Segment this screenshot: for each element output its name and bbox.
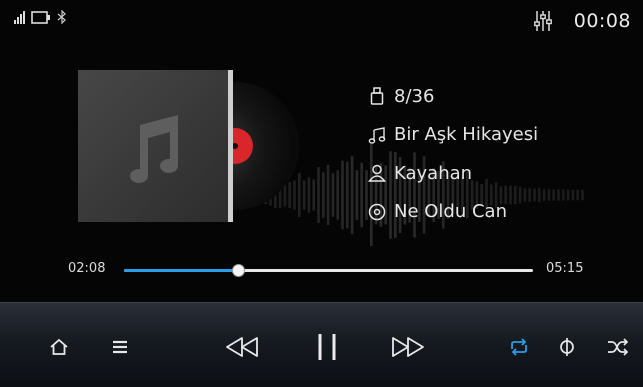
spectrum-bar (355, 170, 359, 220)
spectrum-bar (571, 189, 575, 201)
spectrum-bar (322, 172, 325, 218)
spectrum-bar (581, 189, 584, 201)
seek-bar-fill (124, 269, 239, 272)
track-info: 8/36 Bir Aşk Hikayesi Kayahan Ne Oldu Ca… (368, 77, 538, 231)
next-button[interactable] (388, 333, 428, 361)
home-icon (50, 338, 68, 355)
control-bar (0, 302, 643, 387)
signal-icon (14, 10, 25, 24)
spectrum-bar (341, 160, 344, 230)
person-icon (368, 163, 386, 183)
seek-thumb[interactable] (233, 265, 245, 276)
bluetooth-icon (57, 10, 66, 24)
previous-icon (226, 337, 258, 357)
shuffle-button[interactable] (604, 333, 632, 361)
home-button[interactable] (46, 333, 72, 361)
music-player-screen: 00:08 8/36 Bir Aşk Hikayesi Kayahan Ne O… (0, 0, 643, 387)
status-bar: 00:08 (0, 0, 643, 44)
status-right: 00:08 (533, 9, 631, 33)
disc-icon (368, 202, 386, 222)
spectrum-bar (350, 155, 354, 235)
album-row: Ne Oldu Can (368, 193, 538, 232)
spectrum-bar (360, 162, 363, 228)
spectrum-bar (326, 164, 330, 226)
spectrum-bar (331, 173, 335, 217)
spectrum-bar (336, 170, 339, 220)
equalizer-icon[interactable] (533, 9, 552, 33)
album-cover (78, 70, 233, 222)
spectrum-bar (576, 189, 579, 201)
artist-name: Kayahan (394, 162, 473, 184)
shuffle-order-icon (560, 338, 574, 356)
playlist-button[interactable] (108, 333, 132, 361)
track-counter: 8/36 (394, 85, 435, 107)
elapsed-time: 02:08 (68, 261, 106, 276)
pause-icon (318, 334, 336, 360)
next-icon (392, 337, 424, 357)
spectrum-bar (562, 189, 565, 201)
battery-icon (31, 10, 50, 24)
total-time: 05:15 (546, 261, 584, 276)
album-name: Ne Oldu Can (394, 201, 507, 223)
status-icons (14, 10, 67, 24)
seek-bar[interactable] (124, 265, 533, 276)
spectrum-bar (566, 189, 570, 201)
track-title-row: Bir Aşk Hikayesi (368, 116, 538, 155)
spectrum-bar (538, 187, 541, 203)
artist-row: Kayahan (368, 154, 538, 193)
spectrum-bar (547, 189, 551, 201)
spectrum-bar (317, 167, 320, 223)
spectrum-bar (346, 161, 349, 229)
previous-button[interactable] (222, 333, 262, 361)
repeat-button[interactable] (506, 333, 532, 361)
clock: 00:08 (573, 10, 631, 32)
track-counter-row: 8/36 (368, 77, 538, 116)
list-icon (113, 340, 127, 354)
music-note-icon (368, 125, 386, 145)
shuffle-order-button[interactable] (555, 333, 579, 361)
pause-button[interactable] (310, 333, 344, 361)
usb-drive-icon (368, 86, 386, 106)
spectrum-bar (552, 189, 555, 201)
spectrum-bar (542, 189, 546, 201)
spectrum-bar (557, 189, 560, 201)
shuffle-icon (608, 338, 629, 356)
spectrum-bar (312, 179, 315, 211)
track-title: Bir Aşk Hikayesi (394, 124, 539, 146)
repeat-icon (511, 338, 527, 356)
